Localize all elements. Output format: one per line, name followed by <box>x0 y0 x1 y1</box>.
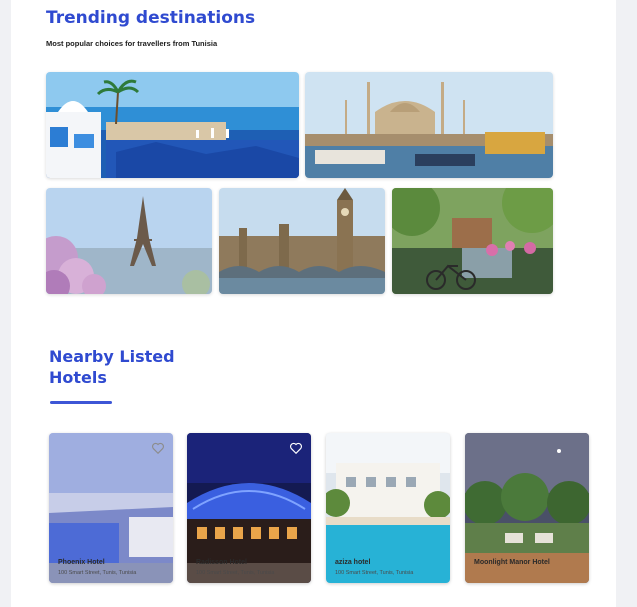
hotel-name: Moonlight Manor Hotel <box>474 559 550 566</box>
hotel-address: 100 Smart Street, Tunis, Tunisia <box>196 570 275 576</box>
hotel-card-radisson[interactable]: Radisson Hotel 100 Smart Street, Tunis, … <box>187 433 311 583</box>
hotel-card-aziza[interactable]: aziza hotel 100 Smart Street, Tunis, Tun… <box>326 433 450 583</box>
destination-card-paris[interactable] <box>46 188 212 294</box>
nearby-hotels-title: Nearby Listed Hotels <box>49 347 175 387</box>
hotel-card-phoenix[interactable]: Phoenix Hotel 100 Smart Street, Tunis, T… <box>49 433 173 583</box>
page-container: Trending destinations Most popular choic… <box>11 0 616 607</box>
destination-card-london[interactable] <box>219 188 385 294</box>
destination-card-tunisia[interactable] <box>46 72 299 178</box>
destination-card-istanbul[interactable] <box>305 72 553 178</box>
trending-subtitle: Most popular choices for travellers from… <box>46 39 218 48</box>
destination-card-amsterdam[interactable] <box>392 188 553 294</box>
trending-title: Trending destinations <box>46 8 256 28</box>
istanbul-mosque-photo <box>305 72 553 178</box>
hotel-name: Phoenix Hotel <box>58 559 105 566</box>
heart-outline-icon[interactable] <box>289 441 303 455</box>
canal-bicycle-photo <box>392 188 553 294</box>
hotel-card-moonlight-manor[interactable]: Moonlight Manor Hotel <box>465 433 589 583</box>
hotel-address: 100 Smart Street, Tunis, Tunisia <box>58 570 137 576</box>
eiffel-tower-photo <box>46 188 212 294</box>
title-underline <box>50 401 112 404</box>
heart-outline-icon[interactable] <box>151 441 165 455</box>
big-ben-photo <box>219 188 385 294</box>
hotel-name: Radisson Hotel <box>196 559 247 566</box>
hotel-address: 100 Smart Street, Tunis, Tunisia <box>335 570 414 576</box>
sidi-bou-said-coast-photo <box>46 72 299 178</box>
hotel-name: aziza hotel <box>335 559 371 566</box>
